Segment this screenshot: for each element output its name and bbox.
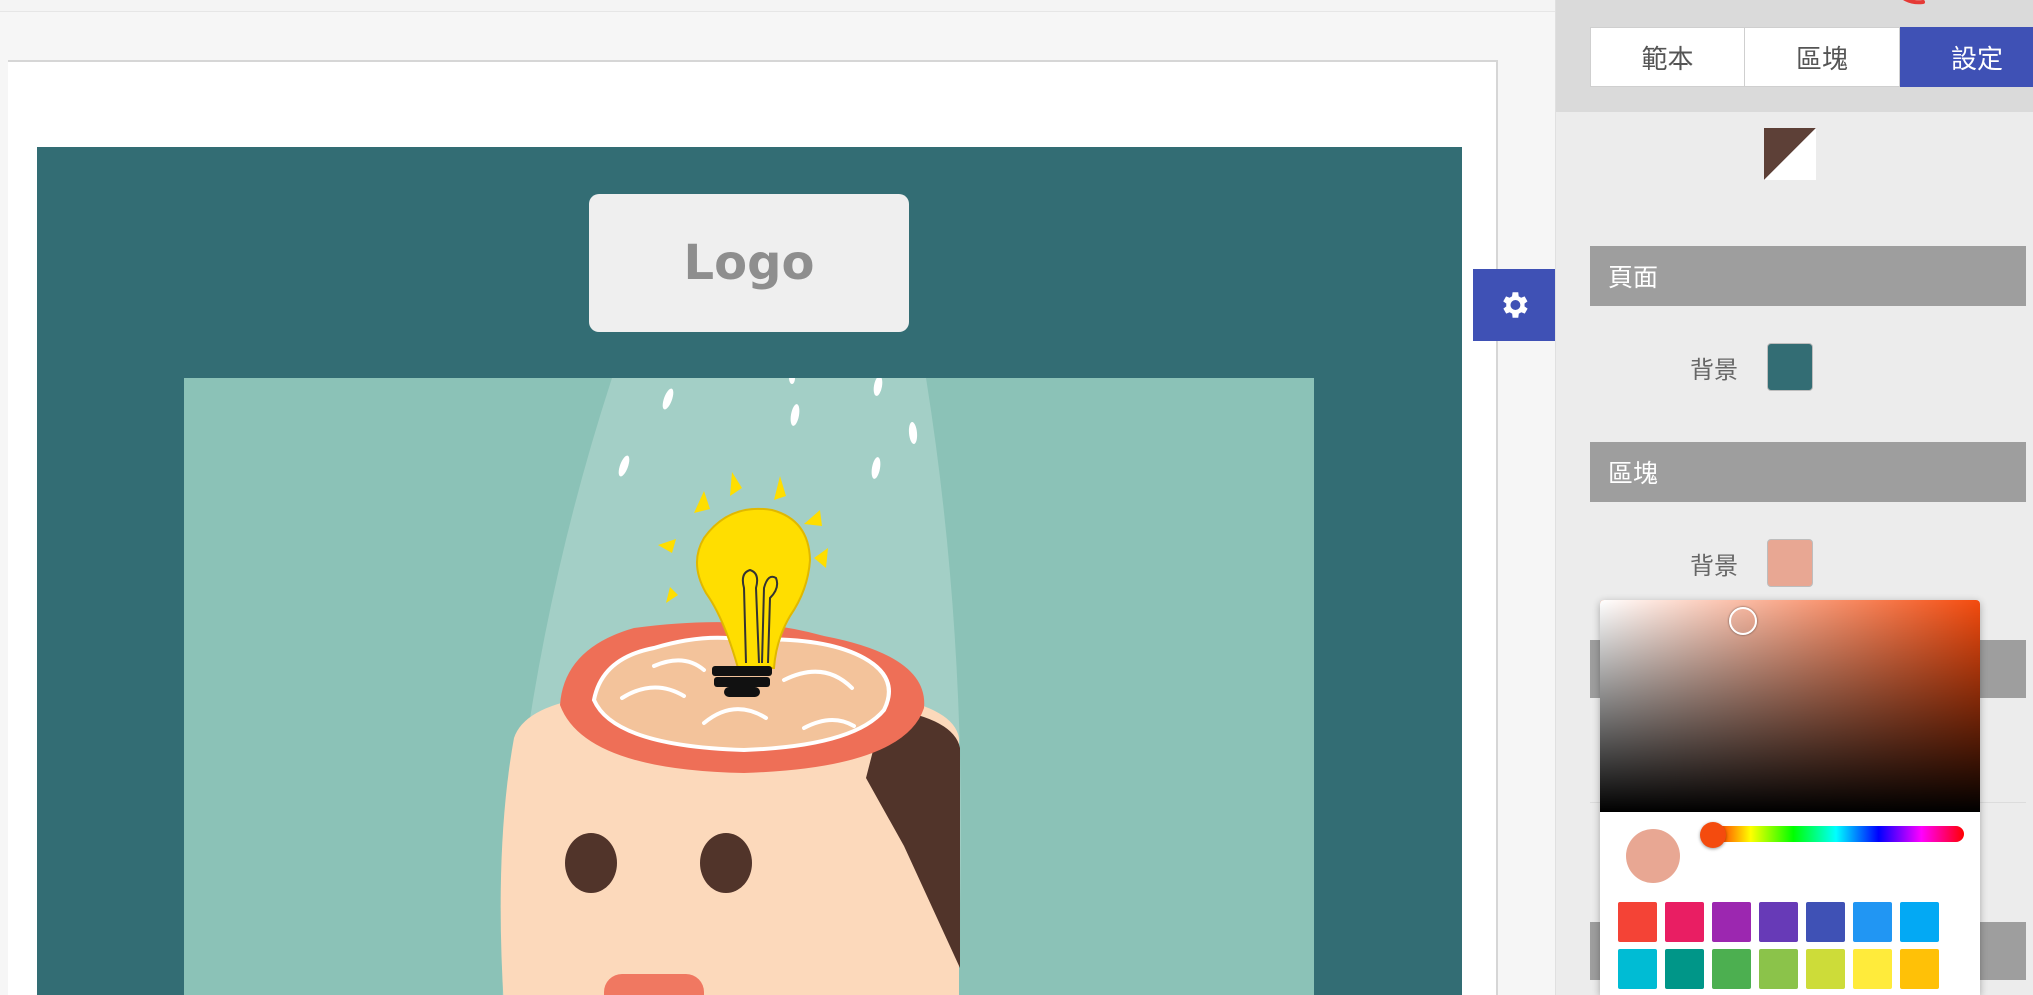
gear-icon	[1503, 292, 1528, 318]
color-swatch[interactable]	[1900, 949, 1939, 989]
tab-templates[interactable]: 範本	[1590, 27, 1745, 87]
color-swatch[interactable]	[1618, 949, 1657, 989]
page-background-color-well[interactable]	[1767, 343, 1813, 391]
content-block-image[interactable]	[184, 378, 1314, 995]
color-picker-popup	[1600, 600, 1980, 995]
color-swatch[interactable]	[1665, 949, 1704, 989]
right-eye	[700, 833, 752, 893]
color-preview	[1626, 829, 1680, 883]
color-swatch[interactable]	[1665, 902, 1704, 942]
color-swatch[interactable]	[1712, 949, 1751, 989]
theme-color-swatch[interactable]	[1764, 128, 1816, 180]
hue-slider[interactable]	[1708, 826, 1964, 842]
color-swatch[interactable]	[1806, 902, 1845, 942]
section-title: 頁面	[1608, 263, 1659, 292]
cursor-arrow-fragment	[1903, 0, 1925, 5]
color-swatch[interactable]	[1618, 902, 1657, 942]
color-swatch[interactable]	[1853, 949, 1892, 989]
saturation-area[interactable]	[1600, 600, 1980, 812]
block-background-label: 背景	[1690, 552, 1738, 580]
section-header-block: 區塊	[1590, 442, 2026, 502]
section-title: 區塊	[1608, 459, 1659, 488]
preset-swatches	[1618, 902, 1939, 989]
logo-label: Logo	[683, 235, 815, 291]
settings-toggle-button[interactable]	[1473, 269, 1555, 341]
saturation-handle[interactable]	[1729, 607, 1757, 635]
color-swatch[interactable]	[1853, 902, 1892, 942]
editor-top-bar	[0, 0, 1555, 12]
hue-slider-handle[interactable]	[1700, 822, 1726, 848]
color-swatch[interactable]	[1759, 902, 1798, 942]
block-background-color-well[interactable]	[1767, 539, 1813, 587]
idea-brain-illustration	[184, 378, 1314, 995]
tab-settings[interactable]: 設定	[1900, 27, 2033, 87]
color-swatch[interactable]	[1806, 949, 1845, 989]
page-background-label: 背景	[1690, 356, 1738, 384]
logo-placeholder[interactable]: Logo	[589, 194, 909, 332]
color-swatch[interactable]	[1759, 949, 1798, 989]
mouth	[604, 974, 704, 995]
color-swatch[interactable]	[1900, 902, 1939, 942]
tab-blocks[interactable]: 區塊	[1745, 27, 1900, 87]
panel-tab-bar: 範本 區塊 設定	[1556, 0, 2033, 112]
section-header-page: 頁面	[1590, 246, 2026, 306]
left-eye	[565, 833, 617, 893]
color-swatch[interactable]	[1712, 902, 1751, 942]
